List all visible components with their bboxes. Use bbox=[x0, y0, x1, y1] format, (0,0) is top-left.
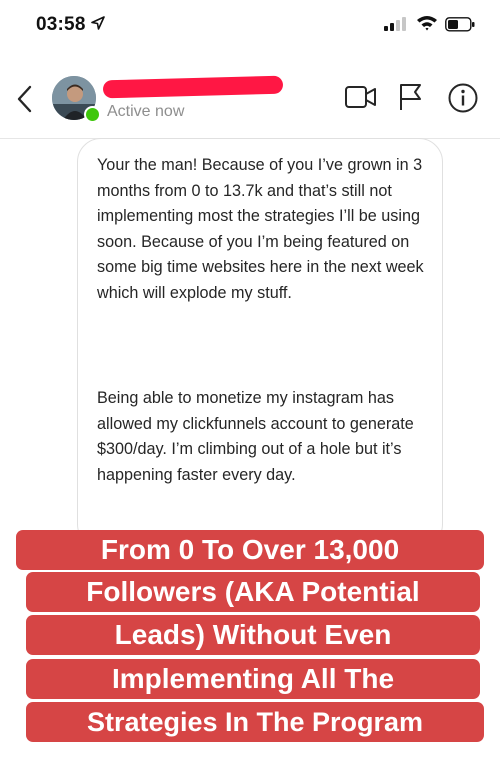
caption-line-2: Followers (AKA Potential bbox=[26, 572, 480, 612]
video-camera-icon[interactable] bbox=[344, 84, 378, 110]
wifi-icon bbox=[417, 16, 437, 31]
status-time: 03:58 bbox=[36, 14, 86, 35]
caption-overlay: From 0 To Over 13,000 Followers (AKA Pot… bbox=[0, 526, 500, 746]
message-paragraph-2: Being able to monetize my instagram has … bbox=[97, 389, 414, 484]
caption-line-3: Leads) Without Even bbox=[26, 615, 480, 655]
caption-line-4: Implementing All The bbox=[26, 659, 480, 699]
message-bubble[interactable]: Your the man! Because of you I’ve grown … bbox=[77, 138, 443, 548]
chevron-left-icon[interactable] bbox=[14, 84, 36, 114]
info-icon[interactable] bbox=[447, 82, 479, 114]
redacted-username bbox=[102, 75, 284, 99]
active-indicator bbox=[84, 106, 101, 123]
cellular-signal-icon bbox=[384, 17, 406, 31]
flag-icon[interactable] bbox=[398, 82, 424, 112]
message-paragraph-1: Your the man! Because of you I’ve grown … bbox=[97, 156, 424, 302]
caption-line-1: From 0 To Over 13,000 bbox=[16, 530, 484, 570]
chat-header: Active now bbox=[0, 60, 500, 139]
active-status: Active now bbox=[107, 103, 185, 120]
battery-icon bbox=[445, 17, 475, 32]
location-arrow-icon bbox=[91, 16, 105, 30]
status-bar: 03:58 bbox=[0, 0, 500, 52]
caption-line-5: Strategies In The Program bbox=[26, 702, 484, 742]
